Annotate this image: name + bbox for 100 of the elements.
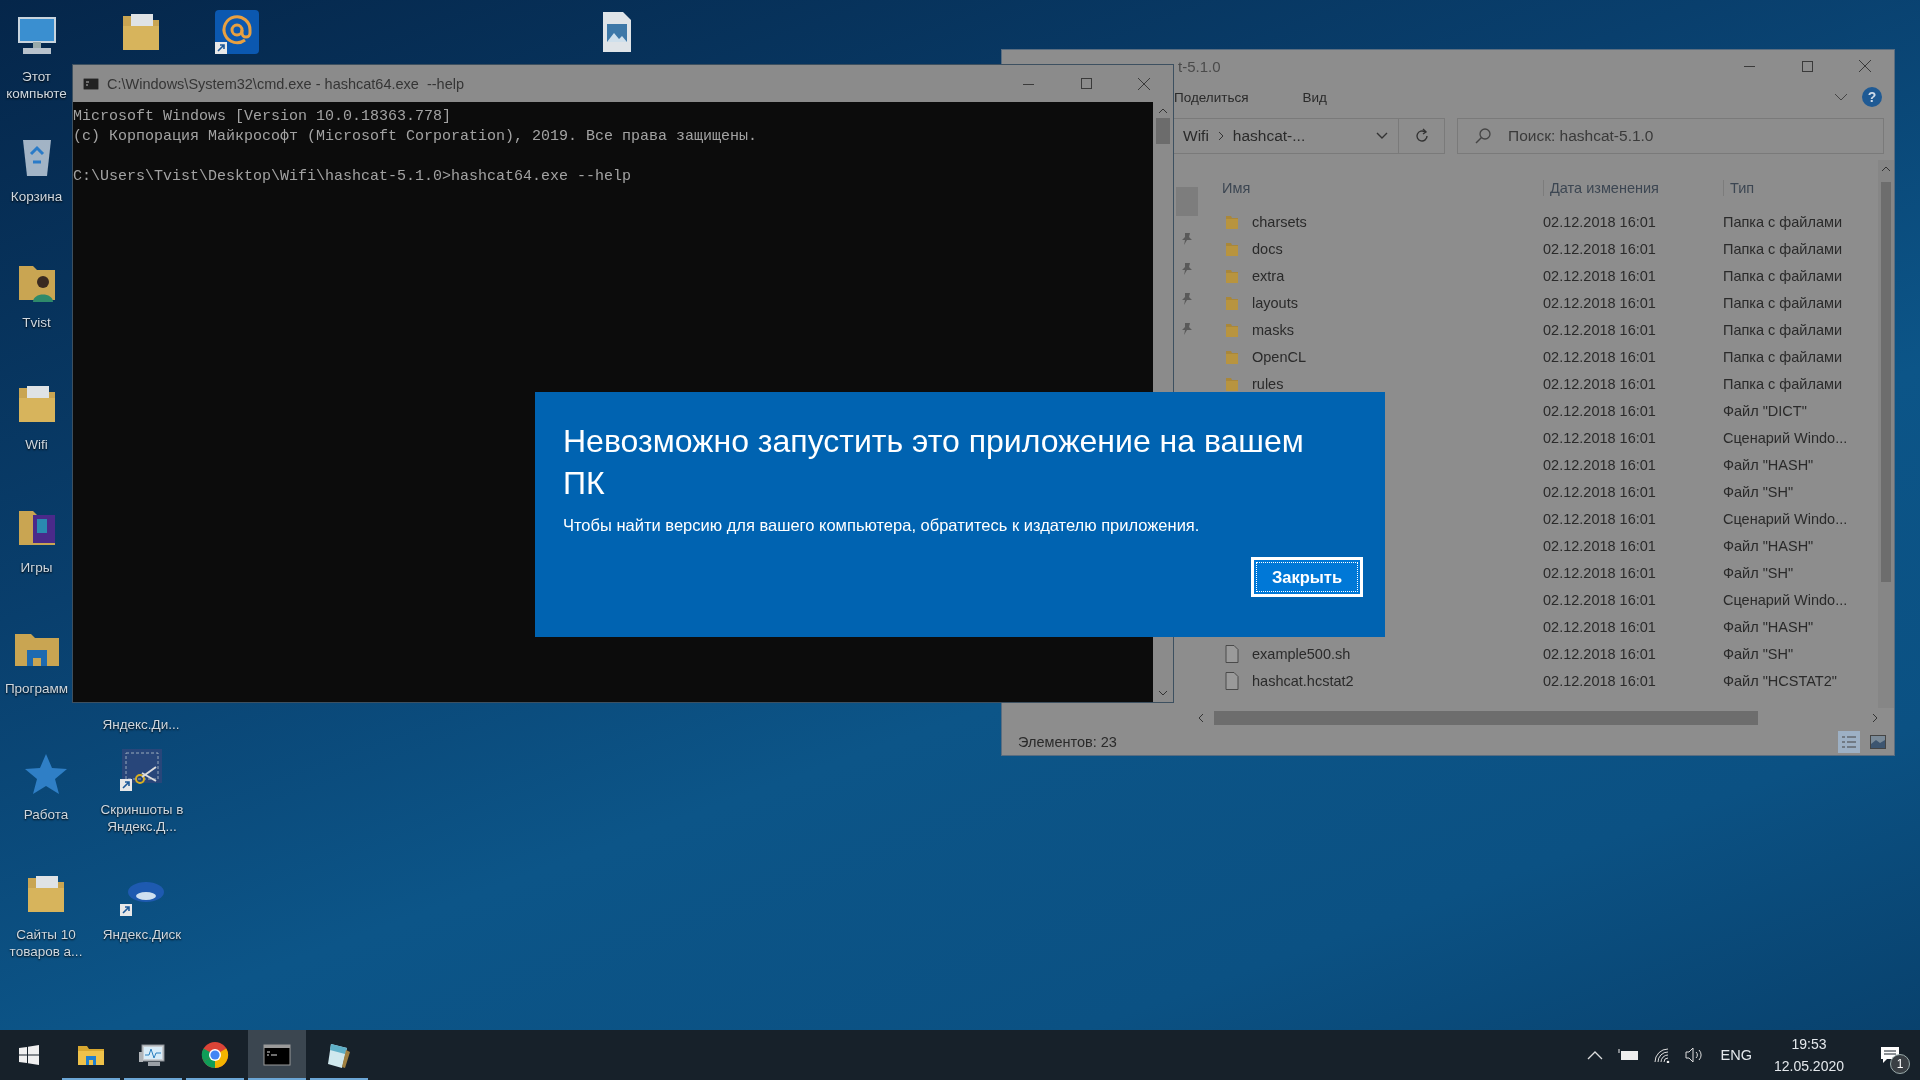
desktop-icon-label[interactable]: Работа	[0, 806, 92, 823]
file-type: Файл "SH"	[1723, 483, 1795, 500]
action-center-button[interactable]: 1	[1866, 1030, 1914, 1080]
modified-date: 02.12.2018 16:01	[1543, 375, 1657, 392]
column-header[interactable]: Дата изменения	[1543, 180, 1723, 196]
scroll-up-icon[interactable]	[1881, 166, 1891, 172]
column-header[interactable]: Имя	[1198, 180, 1543, 196]
file-type: Файл "HASH"	[1723, 618, 1815, 635]
file-type: Папка с файлами	[1723, 321, 1844, 338]
language-indicator[interactable]: ENG	[1720, 1047, 1752, 1063]
desktop-icon-label[interactable]: Яндекс.Ди...	[96, 716, 186, 733]
pin-icon[interactable]	[1181, 262, 1193, 276]
desktop-icon-label[interactable]: Этот компьюте	[0, 68, 73, 102]
close-icon[interactable]	[1138, 77, 1150, 90]
modified-date: 02.12.2018 16:01	[1543, 402, 1657, 419]
file-name[interactable]: rules	[1252, 375, 1284, 392]
help-button[interactable]: ?	[1862, 87, 1882, 107]
file-type: Папка с файлами	[1723, 240, 1844, 257]
desktop-icon-label[interactable]: Игры	[0, 559, 73, 576]
ribbon-tab[interactable]: Поделиться	[1170, 89, 1253, 105]
modified-date: 02.12.2018 16:01	[1543, 672, 1657, 689]
console-line: (c) Корпорация Майкрософт (Microsoft Corporation), 2019. Все права защищены.	[73, 128, 758, 145]
dialog-title: Невозможно запустить это приложение на вашем ПК	[563, 422, 1305, 503]
notification-badge: 1	[1890, 1054, 1910, 1074]
modified-date: 02.12.2018 16:01	[1543, 294, 1657, 311]
address-bar[interactable]: Wifi hashcat-...	[1173, 118, 1399, 154]
file-name[interactable]: charsets	[1252, 213, 1307, 230]
modified-date: 02.12.2018 16:01	[1543, 213, 1657, 230]
scroll-left-icon[interactable]	[1198, 713, 1204, 723]
folder-icon	[1225, 213, 1239, 230]
file-type: Папка с файлами	[1723, 294, 1844, 311]
file-type: Файл "SH"	[1723, 645, 1795, 662]
scroll-up-icon[interactable]	[1158, 108, 1168, 114]
modified-date: 02.12.2018 16:01	[1543, 267, 1657, 284]
scrollbar-thumb[interactable]	[1881, 182, 1891, 582]
wifi-icon[interactable]	[1652, 1047, 1671, 1063]
breadcrumb-item[interactable]: Wifi	[1183, 127, 1209, 145]
desktop-icon-label[interactable]: Программ	[0, 680, 73, 697]
modified-date: 02.12.2018 16:01	[1543, 510, 1657, 527]
chevron-up-icon[interactable]	[1586, 1050, 1603, 1060]
close-icon[interactable]	[1859, 60, 1871, 72]
ribbon-tab[interactable]: Вид	[1298, 89, 1331, 105]
pin-icon[interactable]	[1181, 292, 1193, 306]
modified-date: 02.12.2018 16:01	[1543, 591, 1657, 608]
file-name[interactable]: hashcat.hcstat2	[1252, 672, 1354, 689]
taskbar-app[interactable]	[248, 1030, 306, 1080]
pin-icon[interactable]	[1181, 232, 1193, 246]
thumbnail-view-icon[interactable]	[1870, 734, 1886, 749]
window-title: C:\Windows\System32\cmd.exe - hashcat64.exe --help	[107, 75, 465, 92]
item-count: Элементов: 23	[1018, 733, 1117, 750]
command-line: C:\Users\Tvist\Desktop\Wifi\hashcat-5.1.0>hashcat64.exe --help	[73, 168, 632, 185]
breadcrumb-item[interactable]: hashcat-...	[1232, 127, 1306, 145]
console-line: Microsoft Windows [Version 10.0.18363.778]	[73, 108, 452, 125]
desktop-icon-label[interactable]: Яндекс.Диск	[94, 926, 190, 943]
file-name[interactable]: example500.sh	[1252, 645, 1351, 662]
desktop-icon-label[interactable]: Скриншоты в Яндекс.Д...	[94, 801, 190, 835]
windows-logo-icon	[19, 1045, 39, 1065]
browser-icon	[200, 1040, 230, 1070]
desktop-icon-label[interactable]: Сайты 10 товаров а...	[0, 926, 92, 960]
scroll-right-icon[interactable]	[1872, 713, 1878, 723]
file-type: Файл "HCSTAT2"	[1723, 672, 1838, 689]
clock[interactable]: 19:53 12.05.2020	[1773, 1033, 1844, 1077]
desktop-icon-label[interactable]: Tvist	[0, 314, 73, 331]
file-name[interactable]: masks	[1252, 321, 1294, 338]
file-type: Папка с файлами	[1723, 348, 1844, 365]
file-name[interactable]: OpenCL	[1252, 348, 1306, 365]
file-type: Сценарий Windo...	[1723, 510, 1849, 527]
refresh-button[interactable]	[1399, 118, 1445, 154]
battery-icon[interactable]	[1616, 1049, 1639, 1061]
folder-icon	[1225, 348, 1239, 365]
dropdown-caret-icon[interactable]	[1376, 132, 1388, 140]
maximize-icon[interactable]	[1802, 60, 1813, 72]
chevron-right-icon	[1217, 131, 1224, 141]
chevron-down-icon[interactable]	[1834, 93, 1848, 101]
file-name[interactable]: docs	[1252, 240, 1283, 257]
file-type: Сценарий Windo...	[1723, 429, 1849, 446]
maximize-icon[interactable]	[1081, 78, 1092, 89]
vertical-scrollbar[interactable]	[1878, 160, 1894, 708]
at-sign-icon[interactable]	[213, 8, 261, 56]
desktop-icon-label[interactable]: Wifi	[0, 436, 73, 453]
folder-icon	[1225, 240, 1239, 257]
scroll-down-icon[interactable]	[1158, 690, 1168, 696]
modified-date: 02.12.2018 16:01	[1543, 240, 1657, 257]
pin-icon[interactable]	[1181, 322, 1193, 336]
scrollbar-thumb[interactable]	[1214, 711, 1758, 725]
file-type: Папка с файлами	[1723, 213, 1844, 230]
desktop-icon-label[interactable]: Корзина	[0, 188, 73, 205]
modified-date: 02.12.2018 16:01	[1543, 537, 1657, 554]
file-icon	[1225, 671, 1239, 690]
dialog-message: Чтобы найти версию для вашего компьютера, обратитесь к издателю приложения.	[563, 516, 1201, 535]
close-button[interactable]: Закрыть	[1251, 557, 1363, 597]
modified-date: 02.12.2018 16:01	[1543, 321, 1657, 338]
folder-icon	[1225, 267, 1239, 284]
search-field[interactable]: Поиск: hashcat-5.1.0	[1457, 118, 1884, 154]
file-type: Папка с файлами	[1723, 267, 1844, 284]
scrollbar-thumb[interactable]	[1156, 118, 1170, 144]
modified-date: 02.12.2018 16:01	[1543, 456, 1657, 473]
horizontal-scrollbar[interactable]	[1198, 708, 1878, 728]
file-name[interactable]: layouts	[1252, 294, 1298, 311]
file-name[interactable]: extra	[1252, 267, 1285, 284]
